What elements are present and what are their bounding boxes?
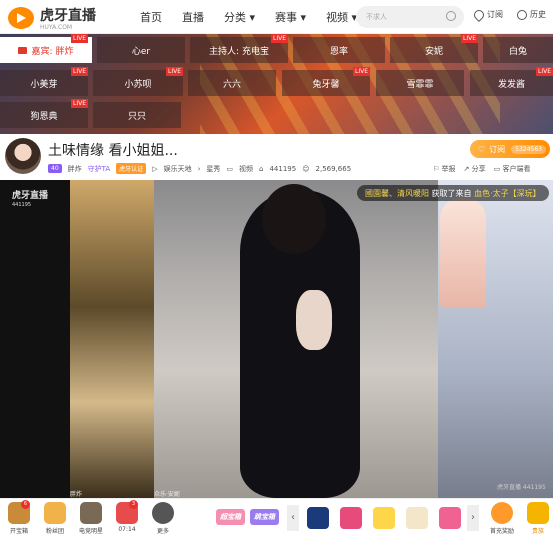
timer-button[interactable]: 3 07:14 — [110, 500, 144, 533]
left-tile-label: 胖炸 — [70, 491, 83, 498]
heart-icon: ♡ — [478, 144, 486, 154]
room-id: 441195 — [269, 164, 297, 173]
chip-tuyaxin[interactable]: 兔牙馨 LIVE — [282, 67, 370, 96]
video-player[interactable]: 虎牙直播 441195 國園馨、清风暖阳 获取了来自 血色·太子【深玩】 胖炸 … — [0, 180, 553, 498]
subscribe-button[interactable]: ♡ 订阅 5324563 — [470, 140, 550, 158]
gift-item-5[interactable] — [439, 507, 461, 529]
room-title: 土味情缘 看小姐姐... — [48, 143, 178, 159]
heart-icon — [471, 7, 487, 22]
host-name[interactable]: 胖炸 — [68, 164, 82, 174]
reward-icon — [491, 502, 513, 524]
treasure-box-button[interactable]: 6 开宝箱 — [2, 500, 36, 535]
gift-item-3[interactable] — [373, 507, 395, 529]
level-badge: 40 — [48, 164, 62, 173]
chip-xuefeifei[interactable]: 雪霏霏 — [376, 70, 464, 96]
history-link[interactable]: 历史 — [517, 9, 546, 20]
chip-baitu[interactable]: 白兔 — [483, 37, 553, 63]
video-link[interactable]: 视频 — [239, 164, 253, 174]
gift-announcement: 國園馨、清风暖阳 获取了来自 血色·太子【深玩】 — [357, 185, 549, 201]
chip-xiaomeiya[interactable]: 小美芽 LIVE — [0, 67, 88, 96]
logo-text: 虎牙直播 — [40, 8, 96, 24]
subcategory-link[interactable]: 星秀 — [206, 164, 220, 174]
nav-live[interactable]: 直播 — [182, 9, 204, 25]
viewers-icon: ☺ — [302, 164, 310, 173]
client-button[interactable]: ▭ 客户端看 — [494, 164, 531, 174]
chip-gouendian[interactable]: 狗恩典 LIVE — [0, 99, 88, 128]
more-icon — [152, 502, 174, 524]
search-input[interactable]: 不求人 — [356, 6, 464, 28]
search-icon[interactable] — [446, 11, 456, 21]
treasure-chest-icon: 6 — [8, 500, 30, 524]
player-watermark: 虎牙直播 441195 — [12, 191, 49, 209]
chip-xiaosubei[interactable]: 小苏呗 LIVE — [93, 67, 183, 96]
top-bar: 虎牙直播 HUYA.COM 首页 直播 分类 ▾ 赛事 ▾ 视频 ▾ 不求人 订… — [0, 0, 553, 34]
left-video-tile — [70, 180, 154, 498]
chip-xiner[interactable]: 心er — [97, 37, 185, 63]
gift-item-2[interactable] — [340, 507, 362, 529]
bottom-watermark: 虎牙直播 441195 — [497, 484, 546, 491]
first-recharge-button[interactable]: 首充奖励 — [485, 502, 519, 535]
right-performer — [440, 198, 486, 308]
chip-host[interactable]: 主持人: 充电宝 LIVE — [190, 34, 288, 63]
crown-icon — [527, 502, 549, 524]
super-box-promo[interactable]: 超宝箱 — [216, 509, 245, 525]
chip-anni[interactable]: 安妮 LIVE — [390, 34, 478, 63]
avatar[interactable] — [5, 138, 41, 174]
live-tag: LIVE — [70, 34, 88, 43]
nav-category[interactable]: 分类 ▾ — [224, 9, 255, 25]
more-button[interactable]: 更多 — [146, 502, 180, 535]
viewer-count: 2,569,665 — [315, 164, 352, 173]
subscribe-count: 5324563 — [511, 144, 546, 154]
nav-home[interactable]: 首页 — [140, 9, 162, 25]
noble-button[interactable]: 贵族 — [523, 502, 553, 535]
performer-figure — [240, 184, 360, 498]
chip-fafajiang[interactable]: 发发酱 LIVE — [470, 67, 553, 96]
main-nav: 首页 直播 分类 ▾ 赛事 ▾ 视频 ▾ — [140, 9, 357, 25]
calendar-icon: 3 — [116, 500, 138, 524]
nav-video[interactable]: 视频 ▾ — [326, 9, 357, 25]
play-icon: ▷ — [152, 164, 158, 173]
search-placeholder: 不求人 — [366, 13, 387, 21]
gift-item-4[interactable] — [406, 507, 428, 529]
chip-enlv[interactable]: 恩率 — [293, 37, 385, 63]
play-logo-icon — [8, 7, 34, 29]
report-button[interactable]: ⚐ 举报 — [433, 164, 456, 174]
clock-icon — [517, 9, 527, 20]
fan-club-button[interactable]: 粉丝团 — [38, 502, 72, 535]
esports-star-button[interactable]: 电竞明星 — [74, 502, 108, 535]
cert-badge: 虎牙认证 — [116, 163, 147, 174]
logo-sub: HUYA.COM — [40, 24, 73, 31]
room-banner: 嘉宾: 胖炸 LIVE 心er 主持人: 充电宝 LIVE 恩率 安妮 LIVE 白… — [0, 34, 553, 134]
room-id-icon: ⌂ — [259, 164, 264, 173]
gift-item-1[interactable] — [307, 507, 329, 529]
video-icon: ▭ — [226, 164, 234, 173]
subscribe-link[interactable]: 订阅 — [471, 7, 503, 22]
bottom-toolbar: 6 开宝箱 粉丝团 电竞明星 3 07:14 更多 超宝箱 跳宝箱 ‹ › 首充… — [0, 498, 553, 540]
chip-zhizhi[interactable]: 只只 — [93, 102, 181, 128]
camera-icon — [18, 46, 28, 54]
huya-logo[interactable]: 虎牙直播 HUYA.COM — [8, 5, 96, 31]
room-info: 土味情缘 看小姐姐... 40 胖炸 守护TA 虎牙认证 ▷ 娱乐天地 › 星秀… — [0, 134, 553, 180]
nav-events[interactable]: 赛事 ▾ — [275, 9, 306, 25]
room-actions: ⚐ 举报 ↗ 分享 ▭ 客户端看 — [433, 164, 530, 174]
guard-link[interactable]: 守护TA — [88, 164, 111, 174]
jump-box-promo[interactable]: 跳宝箱 — [250, 509, 279, 525]
fan-club-icon — [44, 502, 66, 524]
share-button[interactable]: ↗ 分享 — [464, 164, 486, 174]
room-meta: 40 胖炸 守护TA 虎牙认证 ▷ 娱乐天地 › 星秀 ▭ 视频 ⌂ 44119… — [48, 163, 351, 174]
guest-chip[interactable]: 嘉宾: 胖炸 LIVE — [0, 34, 92, 63]
esports-icon — [80, 502, 102, 524]
gift-next-button[interactable]: › — [467, 505, 479, 531]
gift-prev-button[interactable]: ‹ — [287, 505, 299, 531]
chip-liuliu[interactable]: 六六 — [188, 70, 276, 96]
center-tile-label: 众乐·安妮 — [154, 491, 180, 498]
user-actions: 订阅 历史 — [471, 7, 546, 22]
category-link[interactable]: 娱乐天地 — [164, 164, 192, 174]
